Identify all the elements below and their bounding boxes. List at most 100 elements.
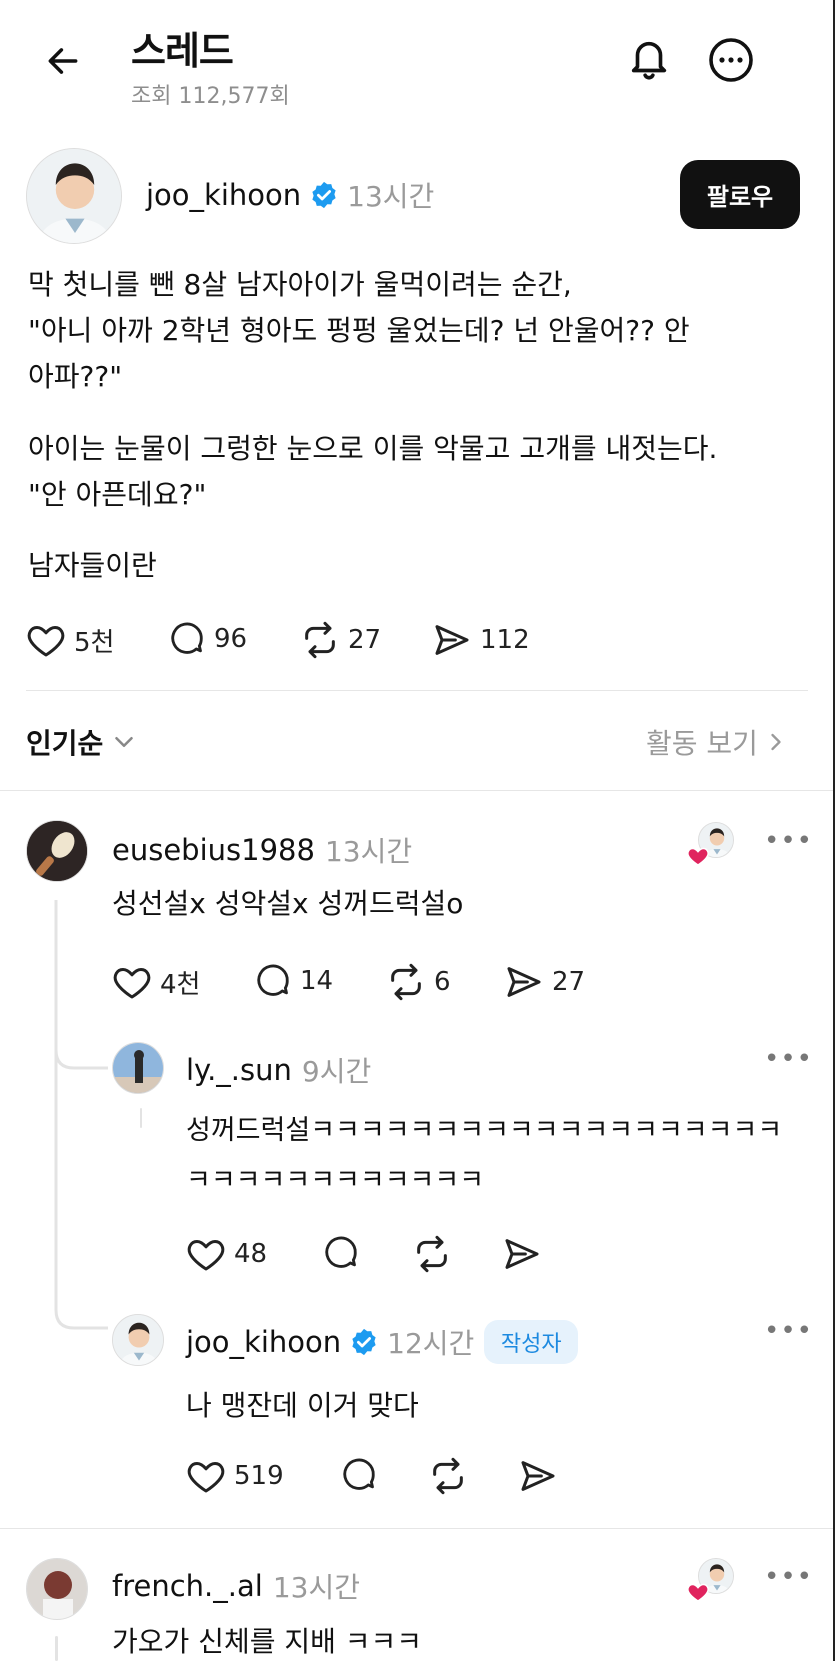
share-button[interactable] [518,1456,566,1496]
comment-button[interactable] [340,1456,386,1494]
comment-icon [254,962,292,1000]
author-liked-indicator [686,1558,734,1606]
post-text-line: "안 아픈데요?" [28,478,207,511]
like-button[interactable]: 5천 [26,620,114,660]
comment-text-line: 성꺼드럭설ㅋㅋㅋㅋㅋㅋㅋㅋㅋㅋㅋㅋㅋㅋㅋㅋㅋㅋㅋ [186,1115,783,1146]
thread-connector [54,900,108,1330]
activity-link[interactable]: 활동 보기 [646,722,790,762]
comment-text: 가오가 신체를 지배 ㅋㅋㅋ [112,1625,423,1658]
post-text-line: "아니 아까 2학년 형아도 펑펑 울었는데? 넌 안울어?? 안 [28,314,690,347]
share-icon [518,1456,558,1496]
heart-icon [26,620,66,660]
sort-label: 인기순 [26,727,104,760]
share-count: 112 [480,625,530,655]
post-text-line: 아파??" [28,360,123,393]
author-avatar[interactable] [26,148,122,244]
commenter-avatar[interactable] [26,1558,88,1620]
sort-dropdown[interactable]: 인기순 [26,722,139,762]
reply-thread-line [140,1108,142,1128]
share-button[interactable] [502,1234,550,1274]
verified-badge-icon [309,180,339,210]
comment-text: 성선설x 성악설x 성꺼드럭설o [112,887,464,920]
author-badge: 작성자 [484,1320,579,1364]
commenter-avatar[interactable] [112,1314,164,1366]
divider [0,790,835,791]
repost-icon [386,962,426,1002]
arrow-left-icon [48,48,78,74]
bell-icon [631,41,667,80]
comment-header: ly._.sun 9시간 [186,1050,371,1090]
repost-button[interactable] [412,1234,460,1274]
commenter-avatar[interactable] [112,1042,164,1094]
activity-label: 활동 보기 [646,727,758,760]
comment-more-button[interactable]: ••• [764,1316,813,1346]
repost-button[interactable] [428,1456,476,1496]
more-circle-icon [709,38,753,82]
page-title: 스레드 [131,29,234,73]
comment-time: 13시간 [272,1571,360,1604]
heart-icon [186,1456,226,1496]
comment-more-button[interactable]: ••• [764,826,813,856]
repost-icon [300,620,340,660]
back-button[interactable] [40,38,86,84]
comment-time: 13시간 [324,835,413,868]
like-count: 5천 [74,627,115,658]
commenter-avatar[interactable] [26,820,88,882]
divider [26,690,808,691]
comment-text: 나 맹잔데 이거 맞다 [186,1389,419,1422]
reply-thread-line [55,1636,58,1661]
comment-header: joo_kihoon 12시간 작성자 [186,1320,579,1364]
comment-icon [322,1234,360,1272]
share-icon [432,620,472,660]
comment-count: 96 [214,624,248,654]
notification-button[interactable] [624,34,674,84]
comment-time: 9시간 [301,1055,372,1088]
comment-more-button[interactable]: ••• [764,1044,813,1074]
comment-more-button[interactable]: ••• [764,1562,813,1592]
share-count: 27 [552,967,586,997]
comment-username[interactable]: ly._.sun [186,1053,292,1087]
heart-filled-icon [687,1583,709,1602]
repost-icon [428,1456,468,1496]
comment-header: eusebius1988 13시간 [112,830,412,870]
repost-count: 6 [434,967,451,997]
post-time: 13시간 [347,180,435,213]
verified-badge-icon [349,1327,379,1357]
repost-icon [412,1234,452,1274]
comment-button[interactable]: 96 [168,620,247,658]
repost-count: 27 [348,625,382,655]
like-count: 48 [234,1239,268,1269]
repost-button[interactable]: 27 [300,620,381,660]
comment-button[interactable]: 14 [254,962,333,1000]
like-button[interactable]: 48 [186,1234,267,1274]
comment-header: french._.al 13시간 [112,1566,360,1606]
divider [0,1528,835,1529]
post-username[interactable]: joo_kihoon [146,178,301,212]
like-button[interactable]: 4천 [112,962,200,1002]
like-button[interactable]: 519 [186,1456,284,1496]
share-button[interactable]: 27 [504,962,585,1002]
post-author-row: joo_kihoon 13시간 [146,175,434,215]
comment-username[interactable]: french._.al [112,1569,263,1603]
comment-text-line: ㅋㅋㅋㅋㅋㅋㅋㅋㅋㅋㅋㅋ [186,1165,485,1196]
share-icon [504,962,544,1002]
share-icon [502,1234,542,1274]
like-count: 4천 [160,969,201,1000]
follow-button[interactable]: 팔로우 [680,160,800,229]
post-text-line: 아이는 눈물이 그렁한 눈으로 이를 악물고 고개를 내젓는다. [28,432,718,465]
comment-username[interactable]: joo_kihoon [186,1325,341,1359]
comment-button[interactable] [322,1234,368,1272]
heart-icon [186,1234,226,1274]
comment-icon [340,1456,378,1494]
like-count: 519 [234,1461,284,1491]
heart-filled-icon [687,847,709,866]
chevron-right-icon [771,733,781,751]
author-liked-indicator [686,822,734,870]
repost-button[interactable]: 6 [386,962,451,1002]
comment-username[interactable]: eusebius1988 [112,833,315,867]
chevron-down-icon [115,737,134,747]
comment-time: 12시간 [387,1327,475,1360]
more-options-button[interactable] [705,34,757,86]
comment-icon [168,620,206,658]
share-button[interactable]: 112 [432,620,530,660]
